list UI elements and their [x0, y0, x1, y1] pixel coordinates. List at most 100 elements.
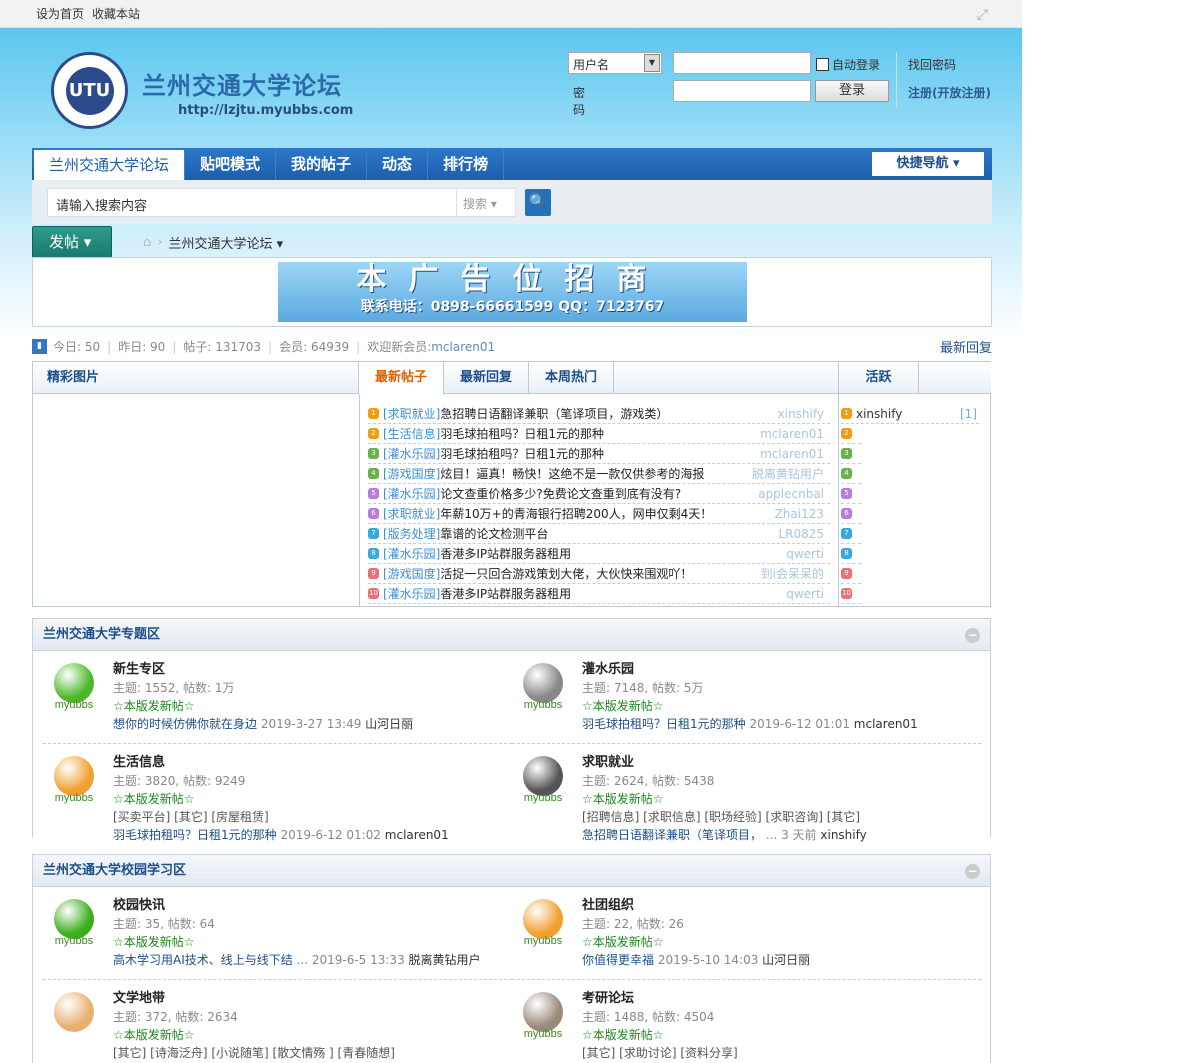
register-link[interactable]: 注册(开放注册): [908, 84, 991, 101]
forum-name-link[interactable]: 灌水乐园: [582, 661, 918, 679]
search-type-select[interactable]: 搜索 ▾: [456, 188, 516, 217]
post-category-link[interactable]: [求职就业]: [383, 505, 440, 522]
new-post-link[interactable]: ☆本版发新帖☆: [582, 933, 810, 951]
forgot-password-link[interactable]: 找回密码: [908, 56, 956, 73]
search-button[interactable]: 🔍: [525, 189, 551, 216]
post-row[interactable]: 10 [灌水乐园] 香港多IP站群服务器租用 qwerti: [368, 584, 830, 604]
post-author-link[interactable]: Zhai123: [775, 507, 824, 521]
bookmark-link[interactable]: 收藏本站: [92, 5, 140, 22]
forum-icon[interactable]: myubbs: [51, 899, 97, 961]
set-home-link[interactable]: 设为首页: [36, 5, 84, 22]
search-input[interactable]: 请输入搜索内容: [47, 188, 457, 217]
forum-icon[interactable]: myubbs: [520, 992, 566, 1054]
post-row[interactable]: 6 [求职就业] 年薪10万+的青海银行招聘200人，网申仅剩4天！ Zhai123: [368, 504, 830, 524]
last-post-link[interactable]: 急招聘日语翻译兼职（笔译项目，: [582, 828, 762, 842]
post-category-link[interactable]: [游戏国度]: [383, 565, 440, 582]
post-row[interactable]: 7 [版务处理] 靠谱的论文检测平台 LR0825: [368, 524, 830, 544]
nav-tab-my-posts[interactable]: 我的帖子: [276, 148, 368, 180]
forum-name-link[interactable]: 考研论坛: [582, 990, 738, 1008]
section-title[interactable]: 兰州交通大学校园学习区: [43, 863, 186, 878]
post-row[interactable]: 3 [灌水乐园] 羽毛球拍租吗？日租1元的那种 mclaren01: [368, 444, 830, 464]
new-member-link[interactable]: mclaren01: [431, 340, 495, 354]
forum-icon[interactable]: [51, 992, 97, 1054]
latest-reply-link[interactable]: 最新回复: [940, 337, 992, 356]
tab-latest-replies[interactable]: 最新回复: [444, 362, 530, 393]
post-author-link[interactable]: 到i会呆呆的: [761, 565, 824, 582]
auto-login-checkbox[interactable]: 自动登录: [816, 56, 880, 73]
post-category-link[interactable]: [版务处理]: [383, 525, 440, 542]
post-title-link[interactable]: 活捉一只回合游戏策划大佬，大伙快来围观吖！: [440, 565, 692, 582]
forum-item[interactable]: myubbs 新生专区 主题: 1552, 帖数: 1万 ☆本版发新帖☆ 想你的时候仿佛…: [43, 651, 512, 744]
tab-weekly-hot[interactable]: 本周热门: [529, 362, 615, 393]
post-category-link[interactable]: [灌水乐园]: [383, 485, 440, 502]
forum-icon[interactable]: myubbs: [51, 756, 97, 818]
forum-item[interactable]: myubbs 灌水乐园 主题: 7148, 帖数: 5万 ☆本版发新帖☆ 羽毛球拍租吗？…: [512, 651, 981, 744]
post-author-link[interactable]: LR0825: [778, 527, 824, 541]
fullscreen-icon[interactable]: ⤢: [977, 7, 988, 23]
forum-item[interactable]: myubbs 求职就业 主题: 2624, 帖数: 5438 ☆本版发新帖☆ [招聘信息…: [512, 744, 981, 842]
subforum-links[interactable]: [买卖平台] [其它] [房屋租赁]: [113, 808, 449, 826]
new-post-link[interactable]: ☆本版发新帖☆: [113, 697, 413, 715]
post-title-link[interactable]: 羽毛球拍租吗？日租1元的那种: [440, 425, 604, 442]
forum-item[interactable]: myubbs 校园快讯 主题: 35, 帖数: 64 ☆本版发新帖☆ 高木学习用AI技术…: [43, 887, 512, 980]
last-post-author[interactable]: mclaren01: [854, 717, 918, 731]
new-post-link[interactable]: ☆本版发新帖☆: [113, 790, 449, 808]
tab-latest-posts[interactable]: 最新帖子: [359, 362, 445, 394]
last-post-link[interactable]: 高木学习用AI技术、线上与线下结: [113, 953, 293, 967]
forum-name-link[interactable]: 文学地带: [113, 990, 395, 1008]
post-row[interactable]: 2 [生活信息] 羽毛球拍租吗？日租1元的那种 mclaren01: [368, 424, 830, 444]
post-row[interactable]: 8 [灌水乐园] 香港多IP站群服务器租用 qwerti: [368, 544, 830, 564]
nav-tab-activity[interactable]: 动态: [367, 148, 429, 180]
new-post-link[interactable]: ☆本版发新帖☆: [582, 697, 918, 715]
password-input[interactable]: [673, 80, 811, 102]
forum-name-link[interactable]: 生活信息: [113, 754, 449, 772]
last-post-author[interactable]: 山河日丽: [762, 953, 810, 967]
login-type-select[interactable]: 用户名 ▼: [568, 52, 662, 74]
post-author-link[interactable]: mclaren01: [760, 427, 824, 441]
forum-name-link[interactable]: 新生专区: [113, 661, 413, 679]
forum-icon[interactable]: myubbs: [520, 756, 566, 818]
collapse-icon[interactable]: −: [965, 628, 980, 643]
checkbox-icon[interactable]: [816, 58, 829, 71]
forum-item[interactable]: 文学地带 主题: 372, 帖数: 2634 ☆本版发新帖☆ [其它] [诗海泛舟] …: [43, 980, 512, 1063]
tab-active[interactable]: 活跃: [839, 362, 919, 393]
breadcrumb-current[interactable]: 兰州交通大学论坛 ▾: [168, 233, 283, 252]
forum-name-link[interactable]: 社团组织: [582, 897, 810, 915]
section-header[interactable]: 兰州交通大学校园学习区 −: [33, 855, 990, 887]
post-row[interactable]: 9 [游戏国度] 活捉一只回合游戏策划大佬，大伙快来围观吖！ 到i会呆呆的: [368, 564, 830, 584]
post-author-link[interactable]: qwerti: [786, 587, 824, 601]
post-title-link[interactable]: 羽毛球拍租吗？日租1元的那种: [440, 445, 604, 462]
last-post-link[interactable]: 羽毛球拍租吗？日租1元的那种: [113, 828, 277, 842]
last-post-link[interactable]: 你值得更幸福: [582, 953, 654, 967]
last-post-author[interactable]: xinshify: [820, 828, 866, 842]
last-post-author[interactable]: 山河日丽: [365, 717, 413, 731]
new-post-button[interactable]: 发帖 ▾: [32, 226, 112, 258]
new-post-link[interactable]: ☆本版发新帖☆: [113, 933, 481, 951]
subforum-links[interactable]: [其它] [诗海泛舟] [小说随笔] [散文情殇 ] [青春随想]: [113, 1044, 395, 1062]
post-title-link[interactable]: 急招聘日语翻译兼职（笔译项目，游戏类）: [440, 405, 668, 422]
subforum-links[interactable]: [其它] [求助讨论] [资料分享]: [582, 1044, 738, 1062]
post-author-link[interactable]: mclaren01: [760, 447, 824, 461]
post-category-link[interactable]: [灌水乐园]: [383, 445, 440, 462]
section-title[interactable]: 兰州交通大学专题区: [43, 627, 160, 642]
new-post-link[interactable]: ☆本版发新帖☆: [582, 790, 867, 808]
forum-name-link[interactable]: 求职就业: [582, 754, 867, 772]
forum-icon[interactable]: myubbs: [51, 663, 97, 725]
ad-banner[interactable]: 本广告位招商 联系电话：0898-66661599 QQ：7123767: [278, 262, 747, 322]
quick-nav-button[interactable]: 快捷导航 ▾: [872, 152, 984, 176]
post-category-link[interactable]: [灌水乐园]: [383, 585, 440, 602]
post-title-link[interactable]: 香港多IP站群服务器租用: [440, 545, 571, 562]
dropdown-arrow-icon[interactable]: ▼: [644, 54, 660, 72]
post-title-link[interactable]: 靠谱的论文检测平台: [440, 525, 548, 542]
nav-tab-forum[interactable]: 兰州交通大学论坛: [34, 150, 186, 180]
username-input[interactable]: [673, 52, 811, 74]
forum-icon[interactable]: myubbs: [520, 899, 566, 961]
subforum-links[interactable]: [招聘信息] [求职信息] [职场经验] [求职咨询] [其它]: [582, 808, 867, 826]
forum-item[interactable]: myubbs 考研论坛 主题: 1488, 帖数: 4504 ☆本版发新帖☆ [其它] …: [512, 980, 981, 1063]
post-category-link[interactable]: [生活信息]: [383, 425, 440, 442]
post-row[interactable]: 1 [求职就业] 急招聘日语翻译兼职（笔译项目，游戏类） xinshify: [368, 404, 830, 424]
post-row[interactable]: 5 [灌水乐园] 论文查重价格多少?免费论文查重到底有没有? applecnbal: [368, 484, 830, 504]
post-title-link[interactable]: 论文查重价格多少?免费论文查重到底有没有?: [440, 485, 681, 502]
post-title-link[interactable]: 炫目！逼真！畅快！这绝不是一款仅供参考的海报: [440, 465, 704, 482]
section-header[interactable]: 兰州交通大学专题区 −: [33, 619, 990, 651]
